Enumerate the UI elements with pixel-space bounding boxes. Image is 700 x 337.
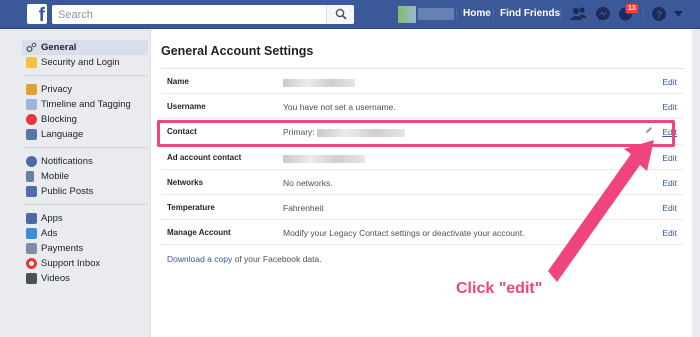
annotation-label: Click "edit" [456, 280, 543, 297]
annotation-arrow-icon [548, 140, 654, 282]
